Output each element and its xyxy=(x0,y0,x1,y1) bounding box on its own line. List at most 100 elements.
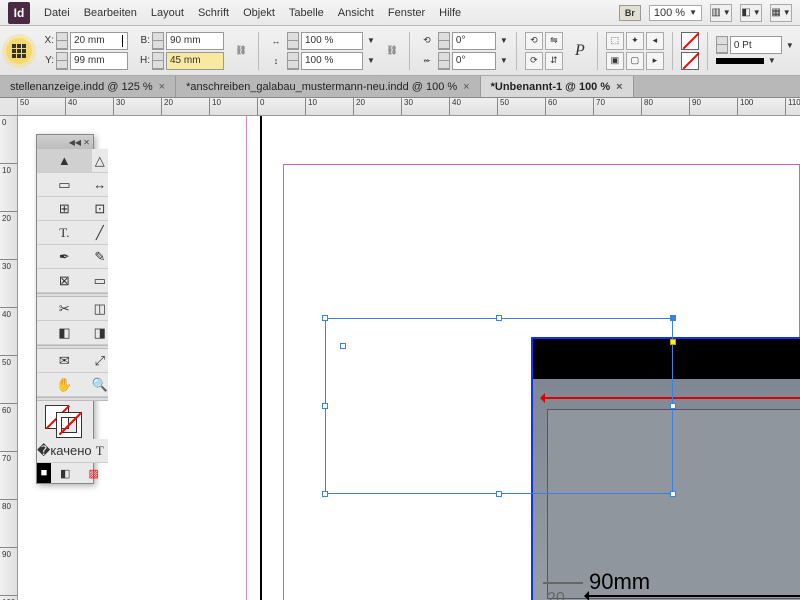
x-field[interactable]: 20 mm xyxy=(70,32,128,50)
formatting-text-icon[interactable]: T xyxy=(92,439,108,463)
document-tabs: stellenanzeige.indd @ 125 %× *anschreibe… xyxy=(0,76,800,98)
tools-panel[interactable]: ◀◀ ✕ ▲ △ ▭ ↔ ⊞ ⊡ T. ╱ ✒ ✎ ⊠ ▭ ✂ ◫ ◧ ◨ ✉ … xyxy=(36,134,94,484)
y-spinner[interactable] xyxy=(56,52,68,70)
menu-layout[interactable]: Layout xyxy=(151,7,184,19)
handle-bot-left[interactable] xyxy=(322,491,328,497)
selected-frame[interactable] xyxy=(325,318,673,494)
handle-bot-mid[interactable] xyxy=(496,491,502,497)
stroke-style-preview[interactable] xyxy=(716,58,764,64)
ruler-origin[interactable] xyxy=(0,98,18,116)
gradient-swatch-tool[interactable]: ◧ xyxy=(37,321,92,345)
handle-top-left[interactable] xyxy=(322,315,328,321)
free-transform-tool[interactable]: ◫ xyxy=(92,297,108,321)
bridge-button[interactable]: Br xyxy=(619,5,641,21)
rectangle-tool[interactable]: ▭ xyxy=(92,269,108,293)
menu-schrift[interactable]: Schrift xyxy=(198,7,229,19)
arrange-docs-icon[interactable]: ▦▼ xyxy=(770,4,792,22)
shear-spinner[interactable] xyxy=(438,52,450,70)
tools-panel-header[interactable]: ◀◀ ✕ xyxy=(37,135,93,149)
reference-point-proxy[interactable] xyxy=(6,38,32,64)
content-collector-tool[interactable]: ⊞ xyxy=(37,197,92,221)
h-field[interactable]: 45 mm xyxy=(166,52,224,70)
vertical-ruler[interactable]: 0102030405060708090100 xyxy=(0,116,18,600)
eyedropper-tool[interactable]: ⤢ xyxy=(92,349,108,373)
w-field[interactable]: 90 mm xyxy=(166,32,224,50)
pencil-tool[interactable]: ✎ xyxy=(92,245,108,269)
close-icon[interactable]: × xyxy=(159,81,165,93)
rotate-spinner[interactable] xyxy=(438,32,450,50)
apply-gradient-icon[interactable]: ◧ xyxy=(51,463,79,483)
direct-selection-tool[interactable]: △ xyxy=(92,149,108,173)
select-next-icon[interactable]: ▸ xyxy=(646,52,664,70)
apply-color-icon[interactable]: ■ xyxy=(37,463,51,483)
view-options-icon[interactable]: ▥▼ xyxy=(710,4,732,22)
selection-tool[interactable]: ▲ xyxy=(37,149,92,173)
hand-tool[interactable]: ✋ xyxy=(37,373,92,397)
handle-live-corner[interactable] xyxy=(670,339,676,345)
zoom-level-dropdown[interactable]: 100 %▼ xyxy=(649,5,702,21)
scale-x-field[interactable]: 100 % xyxy=(301,32,363,50)
handle-top-right[interactable] xyxy=(670,315,676,321)
pen-tool[interactable]: ✒ xyxy=(37,245,92,269)
scale-y-field[interactable]: 100 % xyxy=(301,52,363,70)
line-tool[interactable]: ╱ xyxy=(92,221,108,245)
flip-h-icon[interactable]: ⇋ xyxy=(545,32,563,50)
horizontal-ruler[interactable]: 50403020100102030405060708090100110 xyxy=(18,98,800,116)
menu-fenster[interactable]: Fenster xyxy=(388,7,425,19)
y-field[interactable]: 99 mm xyxy=(70,52,128,70)
rotate-field[interactable]: 0° xyxy=(452,32,496,50)
stroke-weight-spinner[interactable] xyxy=(716,36,728,54)
app-logo: Id xyxy=(8,2,30,24)
constrain-scale-icon[interactable]: ⛓ xyxy=(383,42,401,60)
menu-datei[interactable]: Datei xyxy=(44,7,70,19)
doc-tab-2[interactable]: *Unbenannt-1 @ 100 %× xyxy=(481,76,634,97)
handle-mid-left[interactable] xyxy=(322,403,328,409)
rectangle-frame-tool[interactable]: ⊠ xyxy=(37,269,92,293)
formatting-container-icon[interactable]: �качено xyxy=(37,439,92,463)
page-tool[interactable]: ▭ xyxy=(37,173,92,197)
apply-none-icon[interactable]: ▨ xyxy=(79,463,107,483)
doc-tab-0[interactable]: stellenanzeige.indd @ 125 %× xyxy=(0,76,176,97)
menu-tabelle[interactable]: Tabelle xyxy=(289,7,324,19)
note-tool[interactable]: ✉ xyxy=(37,349,92,373)
stroke-box[interactable] xyxy=(57,413,81,437)
stroke-swatch[interactable] xyxy=(681,52,699,70)
rotate-ccw-icon[interactable]: ⟲ xyxy=(525,32,543,50)
rotate-cw-icon[interactable]: ⟳ xyxy=(525,52,543,70)
handle-mid-right[interactable] xyxy=(670,403,676,409)
fit-frame-icon[interactable]: ▢ xyxy=(626,52,644,70)
scale-x-spinner[interactable] xyxy=(287,32,299,50)
gradient-feather-tool[interactable]: ◨ xyxy=(92,321,108,345)
close-icon[interactable]: × xyxy=(616,81,622,93)
screen-mode-icon[interactable]: ◧▼ xyxy=(740,4,762,22)
fit-content-icon[interactable]: ▣ xyxy=(606,52,624,70)
flip-v-icon[interactable]: ⇵ xyxy=(545,52,563,70)
select-container-icon[interactable]: ⬚ xyxy=(606,32,624,50)
shear-field[interactable]: 0° xyxy=(452,52,496,70)
menu-objekt[interactable]: Objekt xyxy=(243,7,275,19)
h-spinner[interactable] xyxy=(152,52,164,70)
close-icon[interactable]: × xyxy=(463,81,469,93)
select-prev-icon[interactable]: ◂ xyxy=(646,32,664,50)
fill-swatch[interactable] xyxy=(681,32,699,50)
type-tool[interactable]: T. xyxy=(37,221,92,245)
constrain-wh-icon[interactable]: ⛓ xyxy=(232,42,250,60)
handle-top-mid[interactable] xyxy=(496,315,502,321)
content-placer-tool[interactable]: ⊡ xyxy=(92,197,108,221)
menu-ansicht[interactable]: Ansicht xyxy=(338,7,374,19)
stroke-weight-field[interactable]: 0 Pt xyxy=(730,36,782,54)
w-spinner[interactable] xyxy=(152,32,164,50)
handle-inner[interactable] xyxy=(340,343,346,349)
handle-bot-right[interactable] xyxy=(670,491,676,497)
gap-tool[interactable]: ↔ xyxy=(92,173,108,197)
scale-y-spinner[interactable] xyxy=(287,52,299,70)
x-spinner[interactable] xyxy=(56,32,68,50)
menu-hilfe[interactable]: Hilfe xyxy=(439,7,461,19)
menu-bearbeiten[interactable]: Bearbeiten xyxy=(84,7,137,19)
scissors-tool[interactable]: ✂ xyxy=(37,297,92,321)
zoom-tool[interactable]: 🔍 xyxy=(92,373,108,397)
fill-stroke-proxy[interactable] xyxy=(37,401,108,439)
document-canvas[interactable]: 90mm 20mm xyxy=(18,116,800,600)
doc-tab-1[interactable]: *anschreiben_galabau_mustermann-neu.indd… xyxy=(176,76,481,97)
select-content-icon[interactable]: ✦ xyxy=(626,32,644,50)
